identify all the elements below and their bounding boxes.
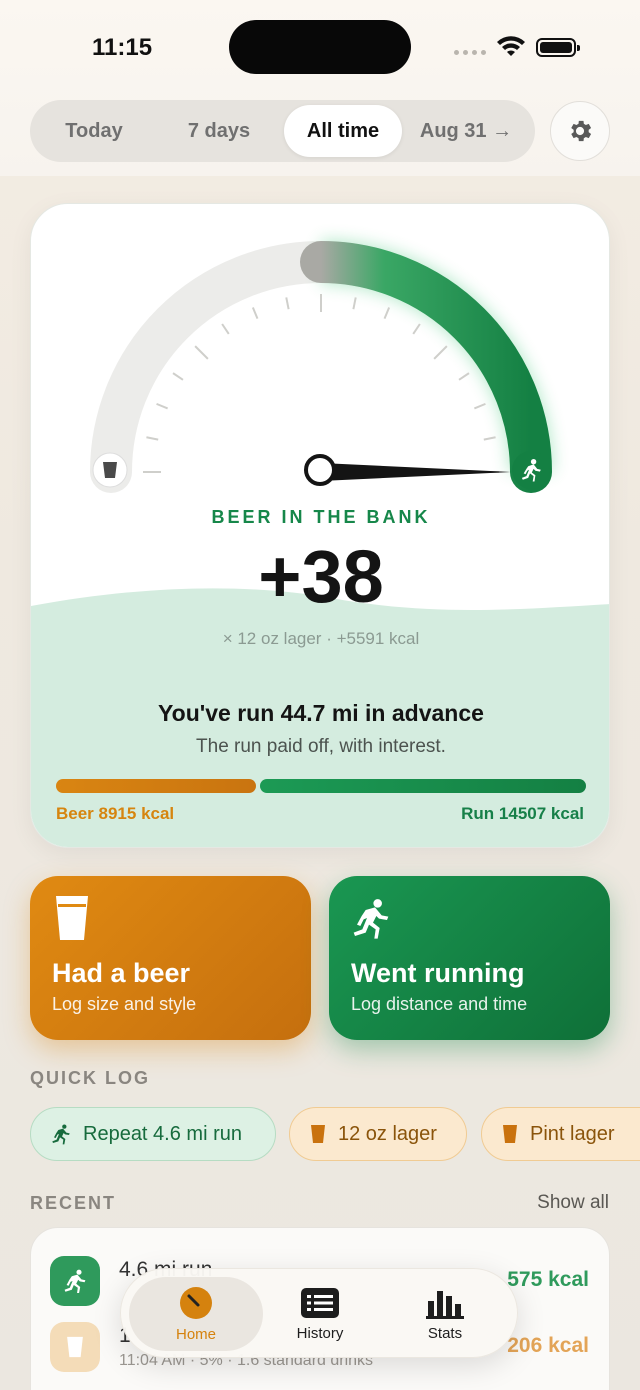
- quick-log-repeat-run[interactable]: Repeat 4.6 mi run: [30, 1107, 276, 1161]
- segment-all-time[interactable]: All time: [284, 105, 402, 157]
- bar-chart-icon: [426, 1290, 464, 1319]
- gauge-tick: [473, 402, 486, 410]
- beer-kcal-bar: [56, 779, 256, 793]
- quick-log-heading: QUICK LOG: [30, 1068, 150, 1088]
- gauge-tick: [251, 307, 259, 320]
- went-running-subtitle: Log distance and time: [351, 994, 528, 1014]
- dynamic-island: [229, 20, 411, 74]
- quick-log-pint-lager[interactable]: Pint lager: [481, 1107, 640, 1161]
- battery-icon: [536, 38, 580, 57]
- runner-icon: [353, 899, 389, 939]
- beer-glass-icon: [311, 1125, 325, 1143]
- gauge-icon: [180, 1286, 212, 1319]
- list-icon: [301, 1287, 339, 1318]
- gear-icon: [571, 120, 592, 142]
- beer-glass-icon: [503, 1125, 517, 1143]
- gauge-hub: [304, 454, 336, 486]
- chip-label: Pint lager: [530, 1122, 615, 1145]
- signal-icon: [454, 50, 486, 55]
- gauge-needle: [321, 463, 511, 481]
- bank-label: BEER IN THE BANK: [211, 507, 431, 527]
- tab-home-label: Home: [175, 1325, 216, 1343]
- had-a-beer-subtitle: Log size and style: [52, 994, 197, 1014]
- show-all-link[interactable]: Show all: [537, 1192, 609, 1214]
- recent-kcal: 206 kcal: [507, 1334, 589, 1357]
- gauge-tick: [146, 436, 159, 441]
- advance-subtitle: The run paid off, with interest.: [196, 736, 446, 757]
- segment-date-range[interactable]: Aug 31 →: [402, 105, 530, 157]
- gauge-tick: [285, 297, 290, 310]
- tab-history[interactable]: History: [253, 1277, 387, 1351]
- tab-bar: Home History Stats: [120, 1268, 518, 1358]
- gauge-tick: [412, 323, 421, 335]
- runner-icon: [52, 1124, 70, 1145]
- run-kcal-bar: [259, 779, 586, 793]
- went-running-button[interactable]: Went running Log distance and time: [329, 876, 610, 1040]
- segment-7-days[interactable]: 7 days: [154, 105, 284, 157]
- tab-history-label: History: [296, 1324, 344, 1342]
- went-running-title: Went running: [351, 958, 525, 988]
- tab-home[interactable]: Home: [129, 1277, 263, 1351]
- bank-value: +38: [258, 535, 384, 618]
- had-a-beer-title: Had a beer: [52, 958, 191, 988]
- chip-label: 12 oz lager: [338, 1122, 437, 1145]
- gauge-tick: [172, 372, 184, 381]
- time-range-selector: Today 7 days All time Aug 31 →: [30, 100, 535, 162]
- gauge-tick: [483, 436, 496, 441]
- run-kcal-label: Run 14507 kcal: [461, 804, 584, 823]
- wifi-icon: [497, 36, 525, 56]
- gauge-run-arc: [300, 241, 552, 493]
- quick-log-12oz-lager[interactable]: 12 oz lager: [289, 1107, 467, 1161]
- gauge-tick: [433, 345, 448, 360]
- beer-glass-icon: [103, 462, 117, 478]
- chip-label: Repeat 4.6 mi run: [83, 1122, 242, 1145]
- tab-stats-label: Stats: [427, 1324, 463, 1342]
- runner-icon: [50, 1256, 100, 1306]
- beer-glass-icon: [50, 1322, 100, 1372]
- status-time: 11:15: [92, 34, 153, 61]
- status-bar: 11:15: [0, 0, 640, 95]
- recent-heading: RECENT: [30, 1193, 117, 1213]
- had-a-beer-button[interactable]: Had a beer Log size and style: [30, 876, 311, 1040]
- bank-subtitle: × 12 oz lager · +5591 kcal: [222, 629, 420, 648]
- gauge-tick: [194, 345, 209, 360]
- gauge-tick: [352, 297, 357, 310]
- gauge-tick: [383, 307, 391, 320]
- segment-today[interactable]: Today: [34, 105, 154, 157]
- gauge-tick: [221, 323, 230, 335]
- advance-title: You've run 44.7 mi in advance: [158, 700, 484, 726]
- tab-stats[interactable]: Stats: [378, 1277, 512, 1351]
- app-screen: 11:15 Today 7 days All time Aug 31 → BEE…: [0, 0, 640, 1390]
- beer-bank-card: BEER IN THE BANK +38 × 12 oz lager · +55…: [30, 203, 610, 848]
- beer-kcal-label: Beer 8915 kcal: [56, 804, 175, 823]
- gauge-tick: [156, 402, 169, 410]
- recent-kcal: 575 kcal: [507, 1268, 589, 1291]
- gauge-tick: [458, 372, 470, 381]
- beer-glass-icon: [56, 896, 88, 940]
- settings-button[interactable]: [550, 101, 610, 161]
